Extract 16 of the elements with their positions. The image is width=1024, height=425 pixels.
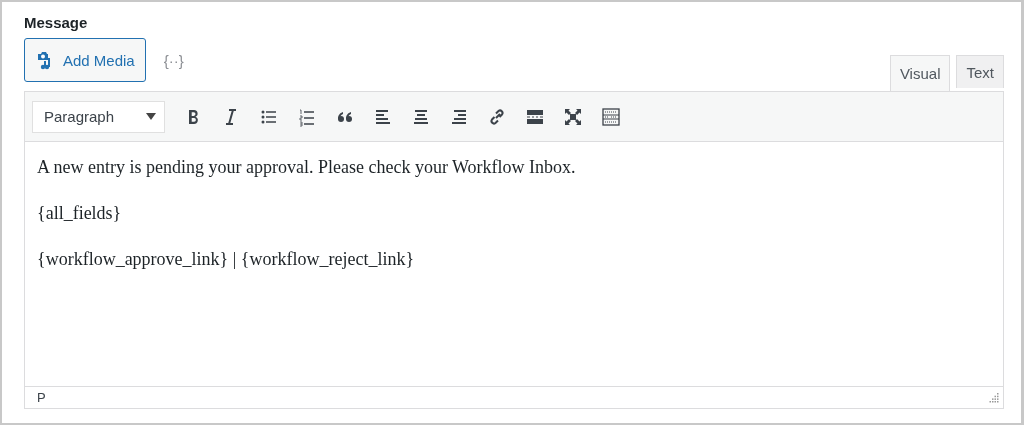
link-icon	[487, 106, 507, 127]
dropdown-caret-icon	[146, 113, 156, 120]
content-paragraph: {all_fields}	[37, 202, 123, 224]
editor-tab[interactable]: Visual	[889, 55, 951, 91]
element-path: P	[37, 390, 46, 405]
fullscreen-icon	[563, 106, 583, 127]
numbered-list-icon	[297, 106, 317, 127]
editor-tab[interactable]: Text	[956, 55, 1004, 88]
content-paragraph: {workflow_approve_link} | {workflow_reject_link}	[37, 248, 416, 270]
format-select[interactable]: Paragraph	[32, 100, 165, 133]
merge-tags-button[interactable]: {··}	[159, 51, 188, 69]
resize-handle-icon[interactable]	[989, 392, 999, 403]
toolbar-toggle-icon	[601, 106, 621, 127]
field-label: Message	[24, 14, 89, 33]
add-media-button[interactable]: Add Media	[24, 38, 146, 82]
content-paragraph: A new entry is pending your approval. Please check your Workflow Inbox.	[37, 156, 577, 178]
